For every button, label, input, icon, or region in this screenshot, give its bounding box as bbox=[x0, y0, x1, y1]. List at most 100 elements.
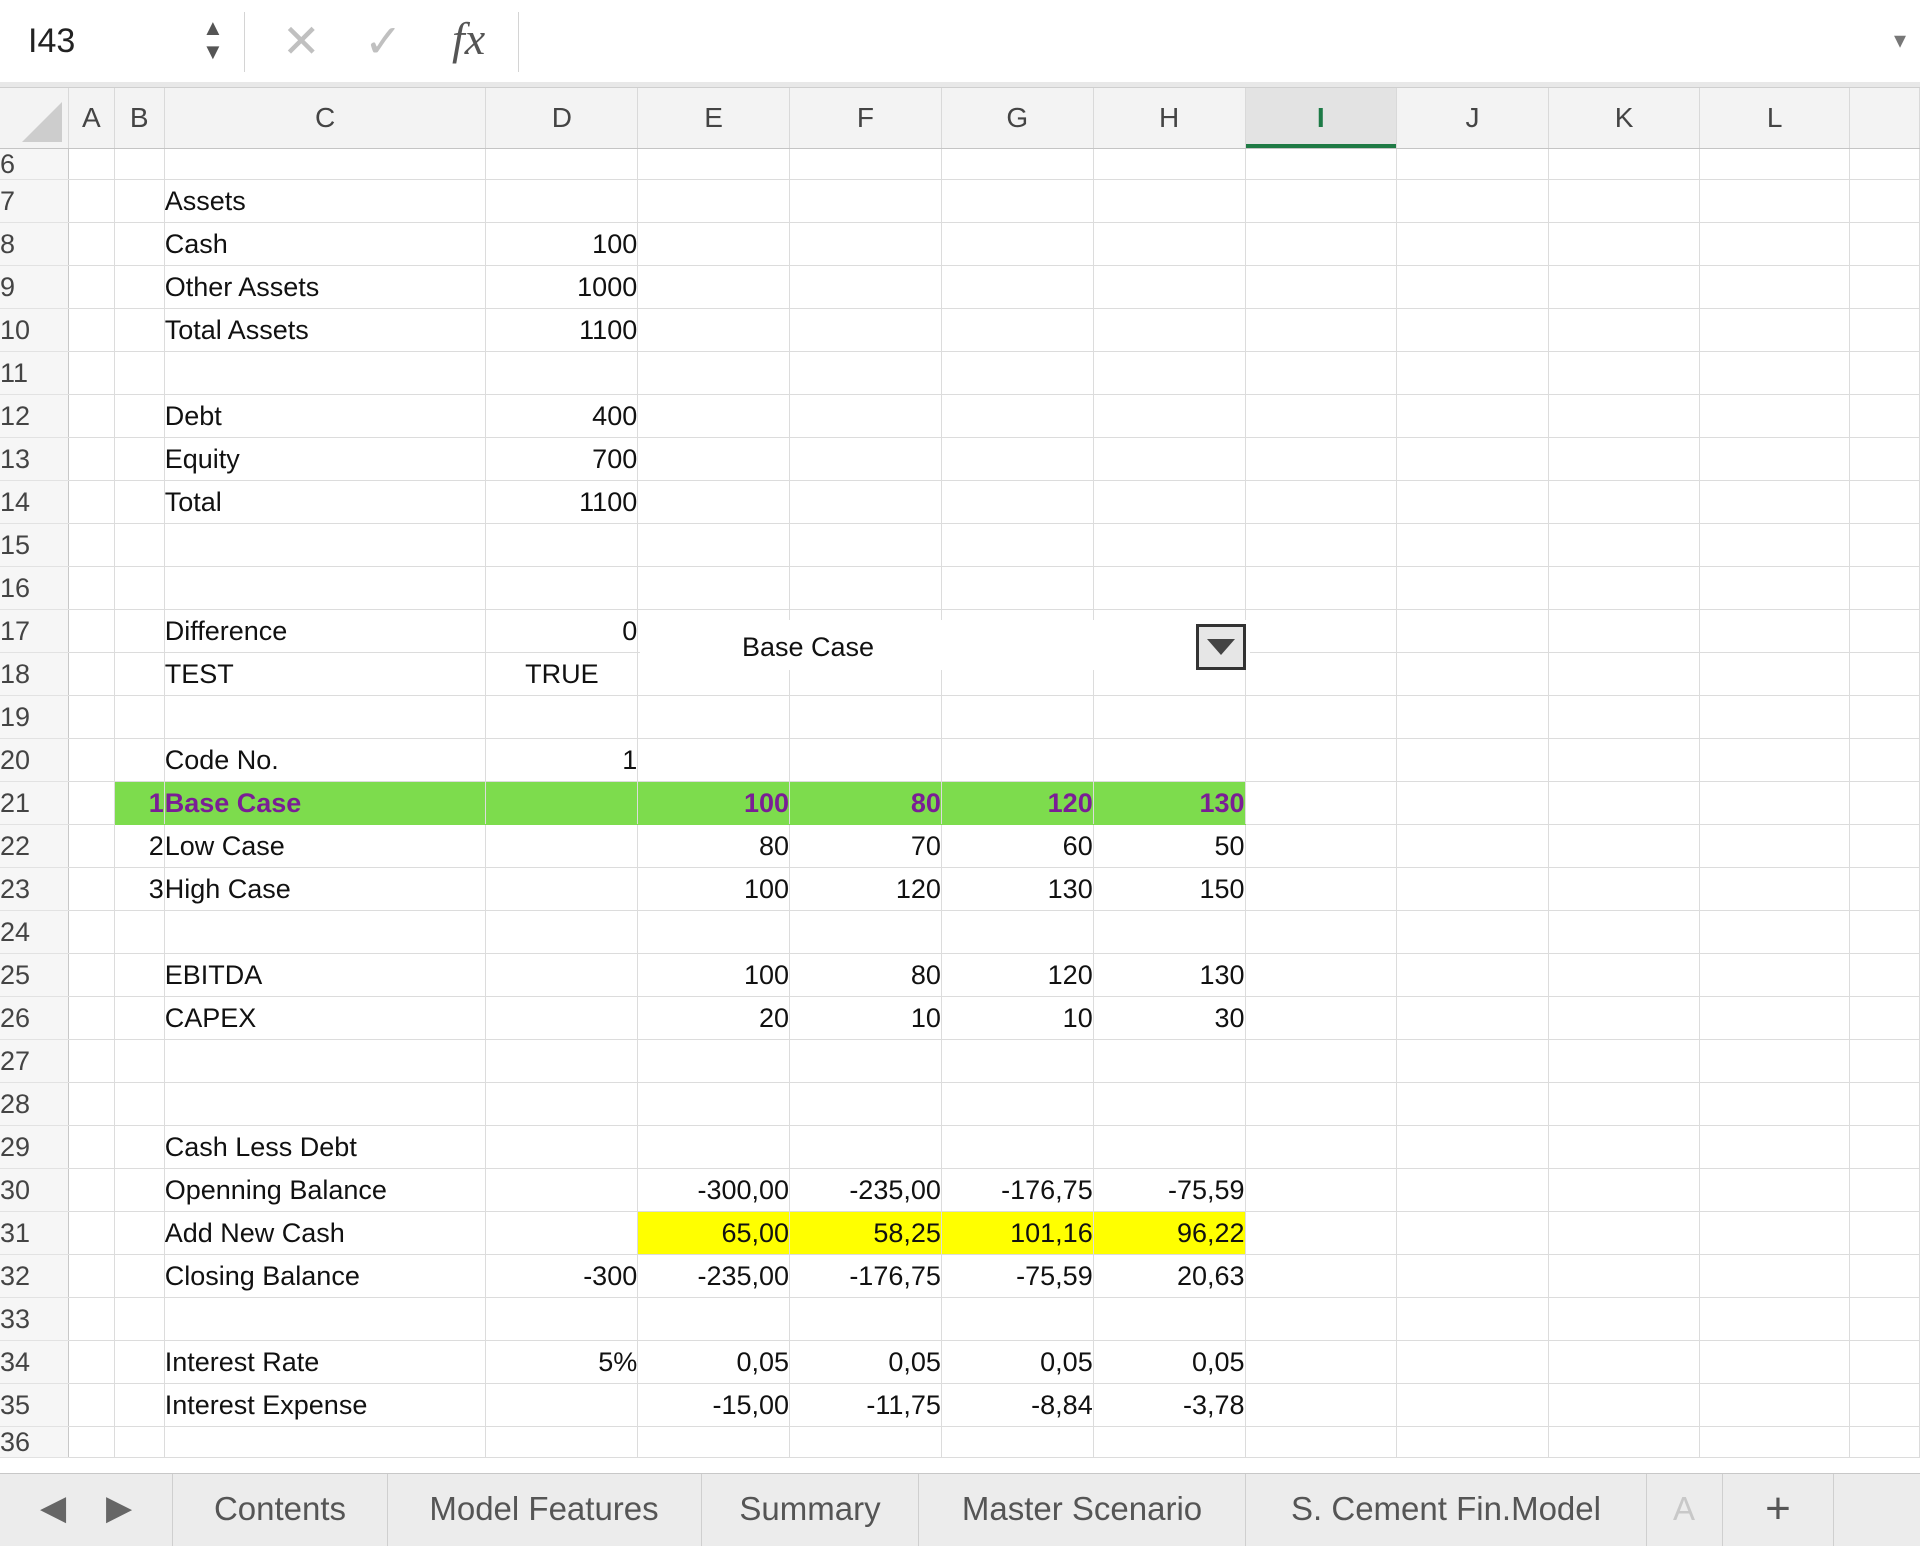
cell-m[interactable] bbox=[1849, 523, 1920, 567]
cell-b[interactable] bbox=[114, 910, 165, 954]
cell-b[interactable] bbox=[114, 308, 165, 352]
row-header[interactable]: 27 bbox=[0, 1039, 69, 1083]
cell-h[interactable]: 50 bbox=[1093, 824, 1246, 868]
cell-j[interactable] bbox=[1396, 695, 1549, 739]
cell-f[interactable] bbox=[789, 265, 942, 309]
cell-h[interactable] bbox=[1093, 1297, 1246, 1341]
cell-c[interactable] bbox=[164, 1426, 487, 1458]
cell-g[interactable] bbox=[941, 523, 1094, 567]
cell-a[interactable] bbox=[68, 265, 115, 309]
expand-formula-bar-icon[interactable]: ▾ bbox=[1894, 26, 1906, 55]
cell-f[interactable]: -11,75 bbox=[789, 1383, 942, 1427]
cell-c[interactable]: Total Assets bbox=[164, 308, 487, 352]
cell-d[interactable] bbox=[485, 1211, 639, 1255]
cell-g[interactable] bbox=[941, 695, 1094, 739]
cell-l[interactable] bbox=[1699, 351, 1851, 395]
enter-check-icon[interactable]: ✓ bbox=[364, 14, 403, 68]
cell-e[interactable]: -235,00 bbox=[637, 1254, 791, 1298]
cell-f[interactable] bbox=[789, 308, 942, 352]
cell-k[interactable] bbox=[1548, 265, 1701, 309]
cell-g[interactable] bbox=[941, 910, 1094, 954]
cell-i[interactable] bbox=[1245, 1383, 1398, 1427]
cell-c[interactable]: Cash bbox=[164, 222, 487, 266]
tab-summary[interactable]: Summary bbox=[702, 1474, 919, 1546]
cell-c[interactable] bbox=[164, 1039, 487, 1083]
next-sheet-icon[interactable]: ▶ bbox=[106, 1488, 132, 1528]
cell-f[interactable] bbox=[789, 179, 942, 223]
previous-sheet-icon[interactable]: ◀ bbox=[40, 1488, 66, 1528]
row-header[interactable]: 21 bbox=[0, 781, 69, 825]
cell-f[interactable] bbox=[789, 566, 942, 610]
cell-d[interactable] bbox=[485, 1383, 639, 1427]
cell-m[interactable] bbox=[1849, 394, 1920, 438]
cell-j[interactable] bbox=[1396, 652, 1549, 696]
cell-b[interactable] bbox=[114, 1383, 165, 1427]
cell-m[interactable] bbox=[1849, 1211, 1920, 1255]
cell-k[interactable] bbox=[1548, 1082, 1701, 1126]
cell-k[interactable] bbox=[1548, 351, 1701, 395]
cell-i[interactable] bbox=[1245, 953, 1398, 997]
cell-j[interactable] bbox=[1396, 1297, 1549, 1341]
row-header[interactable]: 24 bbox=[0, 910, 69, 954]
cell-i[interactable] bbox=[1245, 1340, 1398, 1384]
cell-h[interactable] bbox=[1093, 910, 1246, 954]
cell-m[interactable] bbox=[1849, 824, 1920, 868]
row-header[interactable]: 28 bbox=[0, 1082, 69, 1126]
cell-j[interactable] bbox=[1396, 265, 1549, 309]
cell-e[interactable]: 65,00 bbox=[637, 1211, 791, 1255]
cell-l[interactable] bbox=[1699, 437, 1851, 481]
row-header[interactable]: 20 bbox=[0, 738, 69, 782]
cell-b[interactable] bbox=[114, 1082, 165, 1126]
cell-a[interactable] bbox=[68, 695, 115, 739]
cell-e[interactable] bbox=[637, 1297, 791, 1341]
cell-d[interactable]: 100 bbox=[485, 222, 639, 266]
cell-m[interactable] bbox=[1849, 437, 1920, 481]
cell-g[interactable] bbox=[941, 1426, 1094, 1458]
cell-l[interactable] bbox=[1699, 148, 1851, 180]
cell-g[interactable] bbox=[941, 394, 1094, 438]
cell-k[interactable] bbox=[1548, 222, 1701, 266]
cell-j[interactable] bbox=[1396, 609, 1549, 653]
cell-k[interactable] bbox=[1548, 480, 1701, 524]
cell-c[interactable] bbox=[164, 351, 487, 395]
cell-f[interactable] bbox=[789, 738, 942, 782]
cell-a[interactable] bbox=[68, 910, 115, 954]
cell-d[interactable]: -300 bbox=[485, 1254, 639, 1298]
cell-d[interactable] bbox=[485, 523, 639, 567]
cell-c[interactable]: Interest Rate bbox=[164, 1340, 487, 1384]
column-header-l[interactable]: L bbox=[1699, 88, 1851, 149]
row-header[interactable]: 34 bbox=[0, 1340, 69, 1384]
cell-m[interactable] bbox=[1849, 953, 1920, 997]
row-header[interactable]: 23 bbox=[0, 867, 69, 911]
cell-g[interactable] bbox=[941, 738, 1094, 782]
cell-i[interactable] bbox=[1245, 1254, 1398, 1298]
cell-m[interactable] bbox=[1849, 996, 1920, 1040]
row-header[interactable]: 30 bbox=[0, 1168, 69, 1212]
cell-j[interactable] bbox=[1396, 1168, 1549, 1212]
cell-b[interactable] bbox=[114, 695, 165, 739]
cell-h[interactable] bbox=[1093, 1082, 1246, 1126]
cell-e[interactable] bbox=[637, 738, 791, 782]
cell-h[interactable] bbox=[1093, 523, 1246, 567]
cell-j[interactable] bbox=[1396, 566, 1549, 610]
cell-a[interactable] bbox=[68, 824, 115, 868]
cell-g[interactable] bbox=[941, 437, 1094, 481]
cell-c[interactable]: Difference bbox=[164, 609, 487, 653]
cell-g[interactable] bbox=[941, 1125, 1094, 1169]
cell-e[interactable]: -15,00 bbox=[637, 1383, 791, 1427]
cell-f[interactable]: 58,25 bbox=[789, 1211, 942, 1255]
cell-a[interactable] bbox=[68, 738, 115, 782]
cell-e[interactable] bbox=[637, 695, 791, 739]
cell-i[interactable] bbox=[1245, 265, 1398, 309]
cell-a[interactable] bbox=[68, 953, 115, 997]
cell-e[interactable]: -300,00 bbox=[637, 1168, 791, 1212]
cell-b[interactable]: 2 bbox=[114, 824, 165, 868]
cell-b[interactable] bbox=[114, 609, 165, 653]
cell-h[interactable]: -3,78 bbox=[1093, 1383, 1246, 1427]
cell-k[interactable] bbox=[1548, 437, 1701, 481]
cell-c[interactable] bbox=[164, 566, 487, 610]
cell-m[interactable] bbox=[1849, 695, 1920, 739]
cell-g[interactable] bbox=[941, 148, 1094, 180]
cell-e[interactable] bbox=[637, 1125, 791, 1169]
cell-l[interactable] bbox=[1699, 222, 1851, 266]
